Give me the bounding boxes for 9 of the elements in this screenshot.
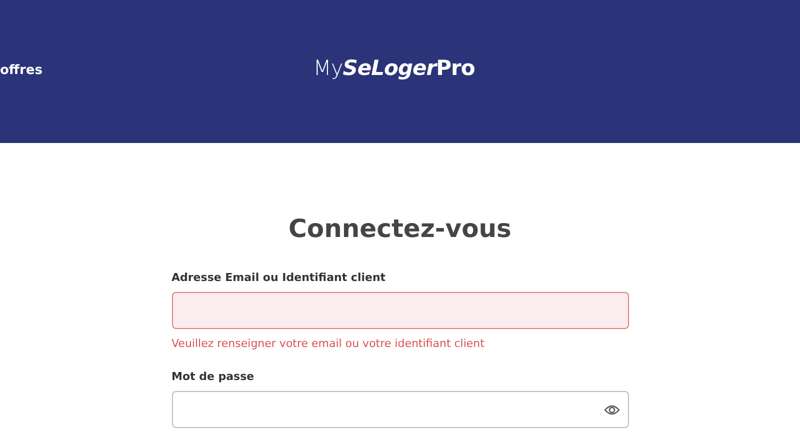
logo[interactable]: MySeLogerPro xyxy=(313,52,475,84)
nav-link[interactable]: offres xyxy=(0,61,42,80)
error-message: Veuillez renseigner votre email ou votre identifiant client xyxy=(172,336,486,352)
field-label: Mot de passe xyxy=(172,368,256,384)
eye-icon[interactable] xyxy=(604,404,620,416)
input-field[interactable] xyxy=(172,391,628,428)
page-title: Connectez-vous xyxy=(288,213,512,245)
input-field[interactable] xyxy=(172,292,628,329)
field-label: Adresse Email ou Identifiant client xyxy=(172,270,387,286)
